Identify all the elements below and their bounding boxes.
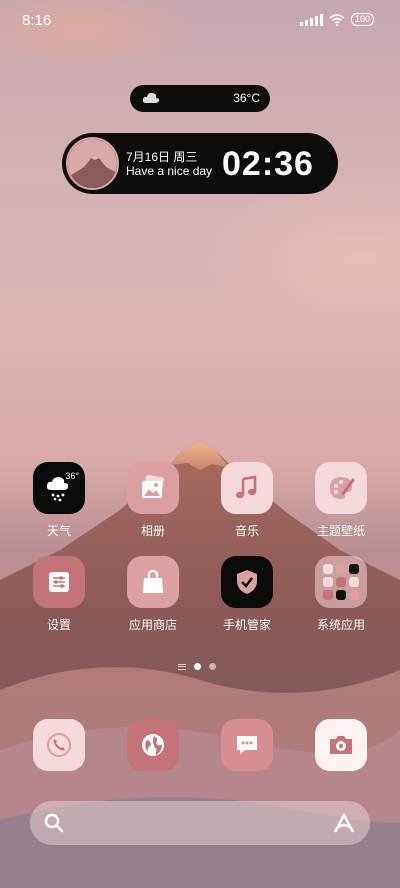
menu-lines-icon bbox=[178, 663, 186, 670]
folder-grid bbox=[323, 564, 359, 600]
app-label: 天气 bbox=[46, 524, 71, 538]
music-note-icon bbox=[221, 462, 273, 514]
search-bar[interactable] bbox=[30, 801, 370, 845]
app-label: 手机管家 bbox=[222, 618, 271, 632]
chat-bubble-icon[interactable] bbox=[221, 719, 273, 771]
status-time: 8:16 bbox=[22, 12, 52, 29]
weather-temperature: 36°C bbox=[233, 91, 260, 105]
app-weather[interactable]: 36° 天气 bbox=[19, 462, 99, 539]
app-settings[interactable]: 设置 bbox=[19, 556, 99, 633]
status-bar: 8:16 100 bbox=[0, 0, 400, 40]
search-icon[interactable] bbox=[44, 813, 64, 833]
sliders-icon bbox=[33, 556, 85, 608]
app-store[interactable]: 应用商店 bbox=[113, 556, 193, 633]
page-dot[interactable] bbox=[209, 663, 216, 670]
app-gallery[interactable]: 相册 bbox=[113, 462, 193, 539]
wifi-icon bbox=[329, 13, 345, 26]
globe-icon[interactable] bbox=[127, 719, 179, 771]
app-label: 相册 bbox=[140, 524, 165, 538]
clock-date: 7月16日 周三 bbox=[126, 150, 198, 164]
clock-widget[interactable]: 7月16日 周三 Have a nice day 02:36 bbox=[62, 133, 338, 194]
shield-check-icon bbox=[221, 556, 273, 608]
app-system-folder[interactable]: 系统应用 bbox=[301, 556, 381, 633]
page-dot-active[interactable] bbox=[194, 663, 201, 670]
battery-icon: 100 bbox=[350, 13, 374, 26]
weather-icon-temp: 36° bbox=[65, 471, 79, 481]
app-label: 系统应用 bbox=[316, 618, 365, 632]
app-themes[interactable]: 主题壁纸 bbox=[301, 462, 381, 539]
clock-greeting: Have a nice day bbox=[126, 164, 213, 178]
app-label: 设置 bbox=[46, 618, 71, 632]
folder-icon bbox=[315, 556, 367, 608]
app-label: 音乐 bbox=[234, 524, 259, 538]
palette-icon bbox=[315, 462, 367, 514]
app-music[interactable]: 音乐 bbox=[207, 462, 287, 539]
cloud-icon bbox=[142, 92, 160, 103]
weather-rain-icon: 36° bbox=[33, 462, 85, 514]
weather-widget[interactable]: 36°C bbox=[130, 85, 270, 112]
app-label: 应用商店 bbox=[128, 618, 177, 632]
photo-icon bbox=[127, 462, 179, 514]
signal-icon bbox=[299, 13, 323, 26]
mountain-thumbnail-image bbox=[66, 137, 119, 190]
phone-icon[interactable] bbox=[33, 719, 85, 771]
clock-time: 02:36 bbox=[222, 145, 314, 183]
camera-icon[interactable] bbox=[315, 719, 367, 771]
app-security[interactable]: 手机管家 bbox=[207, 556, 287, 633]
status-icons: 100 bbox=[299, 13, 374, 26]
app-label: 主题壁纸 bbox=[316, 524, 365, 538]
page-indicator bbox=[178, 663, 216, 670]
shopping-bag-icon bbox=[127, 556, 179, 608]
assistant-icon[interactable] bbox=[332, 812, 356, 834]
